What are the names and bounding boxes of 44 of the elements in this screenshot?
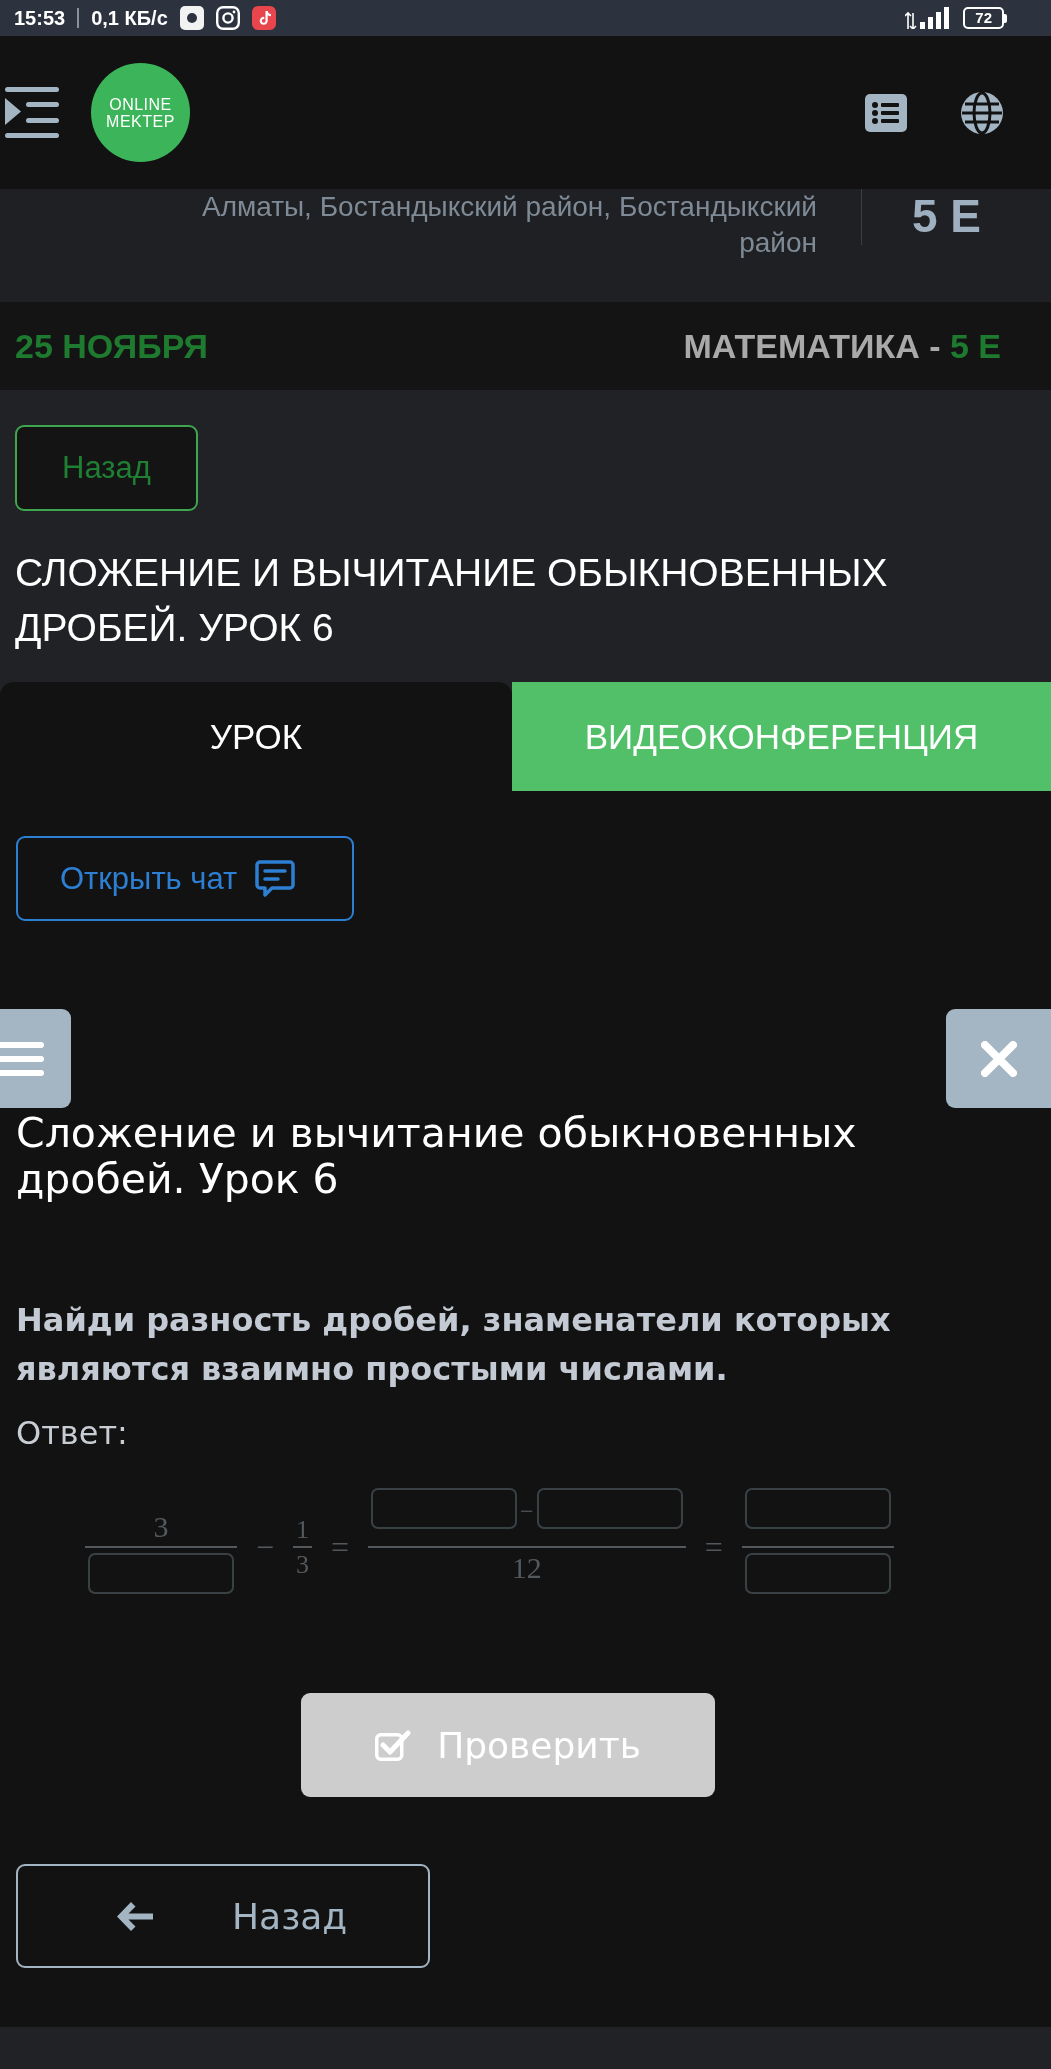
status-time: 15:53: [14, 6, 66, 30]
close-button[interactable]: [946, 1009, 1051, 1108]
answer-box[interactable]: [744, 1553, 891, 1594]
tab[interactable]: ВИДЕОКОНФЕРЕНЦИЯ: [512, 682, 1051, 791]
answer-box[interactable]: [744, 1488, 891, 1529]
signal-icon: [905, 7, 952, 29]
answer-label: Ответ:: [16, 1413, 128, 1454]
task-title: Сложение и вычитание обыкновенных дробей. Урок 6: [16, 1110, 858, 1202]
lesson-date: 25 НОЯБРЯ: [15, 326, 208, 366]
class-name: 5 Е: [911, 189, 981, 243]
math-number: 1: [296, 1518, 310, 1542]
camera-icon: [215, 6, 240, 30]
music-note-icon: [251, 6, 276, 30]
network-speed: 0,1 КБ/с: [91, 6, 168, 30]
subject-heading: МАТЕМАТИКА - 5 Е: [683, 326, 1001, 366]
answer-box[interactable]: [371, 1488, 518, 1529]
chat-icon: [255, 859, 296, 898]
math-number: 3: [153, 1512, 169, 1542]
globe-icon[interactable]: [961, 91, 1003, 134]
math-operator: =: [331, 1532, 350, 1562]
math-operator: =: [704, 1532, 723, 1562]
math-operator: −: [520, 1499, 534, 1523]
close-icon: [980, 1040, 1017, 1077]
menu-icon[interactable]: [5, 87, 59, 138]
battery-indicator: 72: [963, 7, 1007, 29]
back-button[interactable]: Назад: [16, 1864, 430, 1968]
sidebar-toggle-button[interactable]: [0, 1009, 71, 1108]
tab[interactable]: УРОК: [0, 682, 512, 791]
arrow-left-icon: [117, 1900, 153, 1932]
app-icon: [179, 6, 204, 30]
task-question: Найди разность дробей, знаменатели которых являются взаимно простыми числами.: [16, 1300, 892, 1390]
lesson-title: СЛОЖЕНИЕ И ВЫЧИТАНИЕ ОБЫКНОВЕННЫХ ДРОБЕЙ. УРОК 6: [15, 550, 889, 651]
menu-icon: [0, 1041, 44, 1076]
answer-box[interactable]: [536, 1488, 683, 1529]
math-operator: −: [256, 1532, 275, 1562]
math-number: 12: [511, 1553, 542, 1583]
answer-box[interactable]: [88, 1553, 234, 1594]
check-square-icon: [375, 1729, 412, 1761]
school-location: Алматы, Бостандыкский район, Бостандыкский район: [200, 190, 817, 260]
open-chat-button[interactable]: Открыть чат: [16, 836, 354, 921]
math-number: 3: [296, 1553, 310, 1577]
list-icon[interactable]: [865, 93, 907, 132]
back-button[interactable]: Назад: [15, 425, 198, 511]
logo[interactable]: ONLINE MEKTEP: [91, 63, 190, 162]
